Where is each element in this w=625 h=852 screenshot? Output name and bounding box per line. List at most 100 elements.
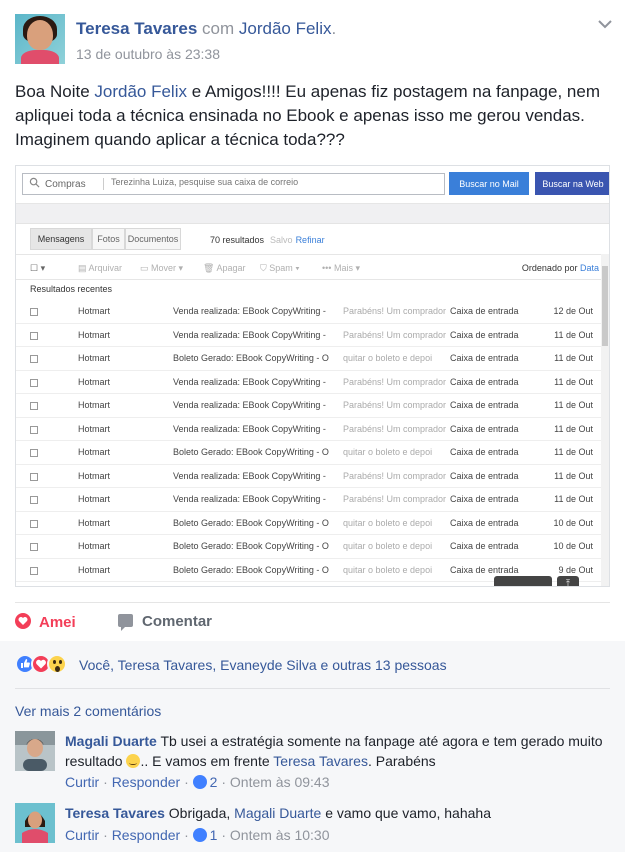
comment-mention[interactable]: Magali Duarte [234,805,321,821]
mail-subject: Boleto Gerado: EBook CopyWriting - O [173,564,329,575]
mail-from: Hotmart [78,494,111,504]
mail-date: 11 de Out [554,447,593,457]
wow-icon [47,654,67,674]
toolbar-more: ••• Mais ▾ [322,263,360,273]
row-checkbox [30,519,38,528]
mail-row: Hotmart Venda realizada: EBook CopyWritin… [16,371,601,394]
comment-like-link[interactable]: Curtir [65,827,99,843]
tab-documentos: Documentos [125,228,181,250]
mail-subject: Boleto Gerado: EBook CopyWriting - O [173,447,329,457]
mail-folder: Caixa de entrada [450,329,519,340]
mail-folder: Caixa de entrada [450,353,519,363]
mail-date: 11 de Out [554,400,593,410]
mail-snippet: quitar o boleto e depoi [343,353,433,363]
comment-reply-link[interactable]: Responder [112,827,181,843]
comment-time[interactable]: Ontem às 10:30 [230,827,330,843]
comment-button[interactable]: Comentar [118,613,213,631]
row-checkbox [30,496,38,504]
mail-snippet: Parabéns! Um comprador [343,376,446,387]
toolbar-archive: ▤ Arquivar [78,263,123,273]
like-icon [192,828,207,842]
post-timestamp[interactable]: 13 de outubro às 23:38 [76,46,220,62]
search-icon [29,177,40,188]
tagged-user[interactable]: Jordão Felix [239,19,332,38]
mail-date: 11 de Out [554,470,593,481]
comment-label: Comentar [142,613,213,630]
mail-from: Hotmart [78,376,111,387]
mail-snippet: quitar o boleto e depoi [343,447,433,457]
sort-label-text: Ordenado por [521,263,578,273]
refine-link: Refinar [295,235,325,245]
comment-author[interactable]: Teresa Tavares [65,805,165,821]
smile-emoji-icon [126,754,141,768]
mail-snippet: Parabéns! Um comprador [343,329,446,340]
post-header: Teresa Tavares com Jordão Felix. 13 de o… [15,14,615,66]
mail-from: Hotmart [78,353,111,363]
comment-body: Magali Duarte Tb usei a estratégia somen… [65,731,605,771]
mail-snippet: Parabéns! Um comprador [343,470,446,481]
post-mention[interactable]: Jordão Felix [94,82,187,101]
mail-from: Hotmart [78,564,111,575]
chevron-down-icon[interactable] [597,16,613,32]
comment-reply-link[interactable]: Responder [112,774,181,790]
search-web-button: Buscar na Web [535,172,609,195]
mail-search-input [111,177,431,187]
sort-label: Ordenado por Data [522,263,599,273]
love-button[interactable]: Amei [15,613,76,631]
attached-mail-screenshot[interactable]: Compras Buscar no Mail Buscar na Web Men… [15,165,610,587]
love-label: Amei [39,614,76,631]
post-actions: Amei Comentar [15,602,610,640]
author-avatar[interactable] [15,14,65,64]
comment-like-count[interactable]: 2 [210,774,218,790]
mail-from: Hotmart [78,541,111,551]
row-checkbox [30,449,38,457]
mail-toolbar: ☐ ▾ ▤ Arquivar ▭ Mover ▾ 🗑 Apagar ⛉ Spam… [16,254,609,280]
mail-from: Hotmart [78,447,111,457]
recent-results-label: Resultados recentes [30,284,113,294]
toolbar-more-label: Mais [333,263,353,273]
toolbar-spam-label: Spam [269,263,293,273]
comment-mention[interactable]: Teresa Tavares [273,753,368,769]
comment-like-link[interactable]: Curtir [65,774,99,790]
mail-from: Hotmart [78,423,111,434]
mail-subject: Venda realizada: EBook CopyWriting - [173,400,326,410]
commenter-avatar[interactable] [15,803,55,843]
feedback-divider [15,688,610,689]
view-more-comments[interactable]: Ver mais 2 comentários [15,703,161,719]
author-name[interactable]: Teresa Tavares [76,19,197,38]
tab-fotos: Fotos [92,228,125,250]
feedback-area: Você, Teresa Tavares, Evaneyde Silva e o… [0,641,625,852]
mail-subject: Venda realizada: EBook CopyWriting - [173,329,326,340]
comment-text-1: Obrigada, [164,805,235,821]
commenter-avatar[interactable] [15,731,55,771]
comment-author[interactable]: Magali Duarte [65,733,157,749]
mail-search-bar: Compras Buscar no Mail Buscar na Web [16,166,609,204]
comment-like-count[interactable]: 1 [210,827,218,843]
mail-date: 11 de Out [554,329,593,340]
comment-time[interactable]: Ontem às 09:43 [230,774,330,790]
mail-row: Hotmart Venda realizada: EBook CopyWritin… [16,418,601,441]
mail-folder: Caixa de entrada [450,400,519,410]
row-checkbox [30,402,38,410]
mail-subject: Venda realizada: EBook CopyWriting - [173,306,326,316]
floating-button [494,576,552,586]
mail-snippet: Parabéns! Um comprador [343,306,446,316]
reactions-summary[interactable]: Você, Teresa Tavares, Evaneyde Silva e o… [79,657,447,673]
mail-snippet: quitar o boleto e depoi [343,517,433,528]
search-mail-button: Buscar no Mail [449,172,529,195]
results-count: 70 resultados Salvo Refinar [210,235,325,245]
row-checkbox [30,308,38,316]
comment-text-2: e vamo que vamo, hahaha [321,805,491,821]
row-checkbox [30,543,38,551]
mail-from: Hotmart [78,329,111,340]
mail-folder: Caixa de entrada [450,494,519,504]
post-text: Boa Noite Jordão Felix e Amigos!!!! Eu a… [15,80,615,152]
mail-snippet: Parabéns! Um comprador [343,400,446,410]
toolbar-spam: ⛉ Spam ▾ [260,263,300,273]
mail-subject: Venda realizada: EBook CopyWriting - [173,376,326,387]
comment-body: Teresa Tavares Obrigada, Magali Duarte e… [65,803,605,823]
mail-date: 10 de Out [553,517,593,528]
with-word: com [202,19,235,38]
mail-folder: Caixa de entrada [450,423,519,434]
mail-folder: Caixa de entrada [450,517,519,528]
